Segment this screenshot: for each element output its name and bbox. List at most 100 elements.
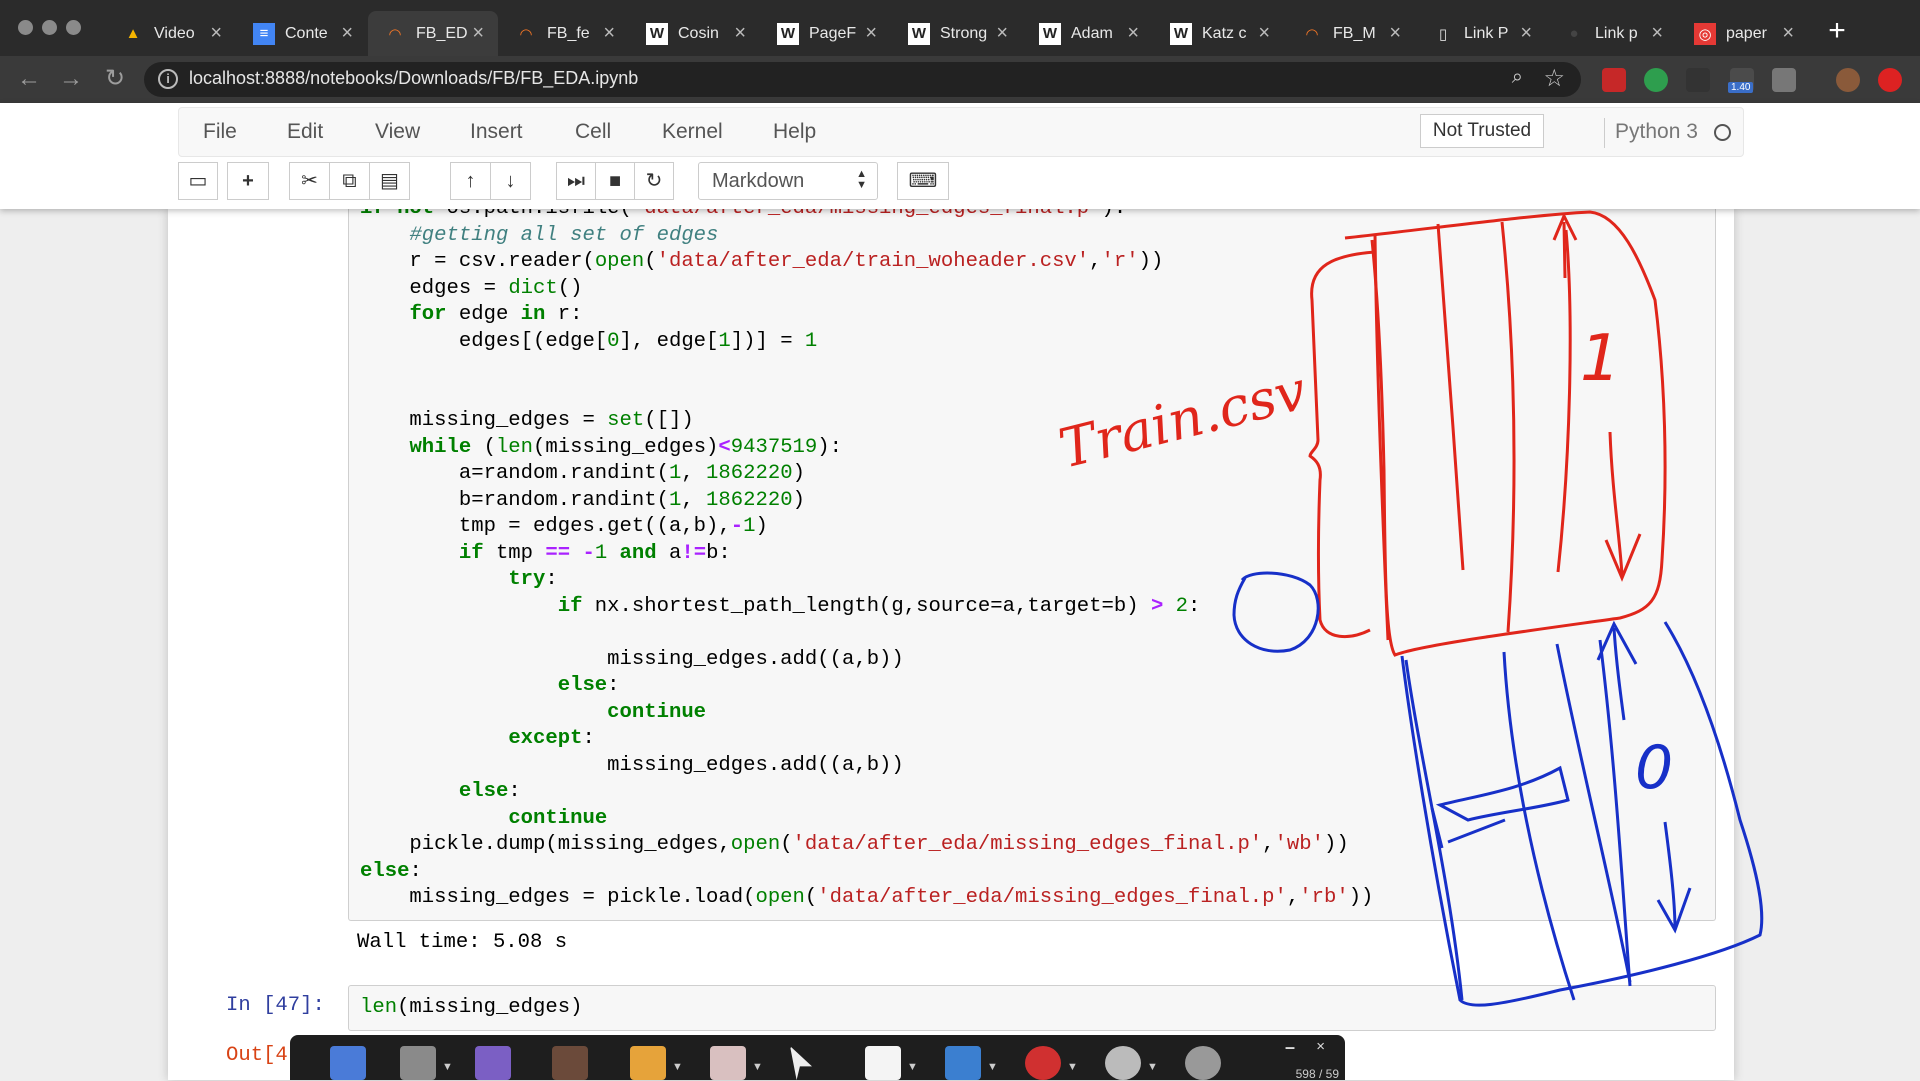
eraser-icon[interactable] <box>710 1046 746 1080</box>
menu-view[interactable]: View <box>375 120 420 144</box>
chevron-down-icon[interactable]: ▼ <box>907 1061 918 1073</box>
browser-tab[interactable]: ◠ FB_M × <box>1285 11 1415 56</box>
marker-icon[interactable] <box>552 1046 588 1080</box>
code-token: == <box>545 541 571 565</box>
code-token: , <box>1262 833 1275 856</box>
chevron-down-icon[interactable]: ▼ <box>1067 1061 1078 1073</box>
cell-type-select[interactable]: Markdown ▲ ▼ <box>698 162 878 200</box>
window-minimize-button[interactable] <box>42 20 57 35</box>
close-icon[interactable]: × <box>603 22 615 45</box>
gmail-extension-icon[interactable] <box>1602 68 1626 92</box>
command-palette-icon[interactable]: ⌨ <box>897 162 949 200</box>
code-token: > <box>1150 594 1164 618</box>
code-cell-2[interactable]: len(missing_edges) <box>348 985 1716 1031</box>
grammarly-extension-icon[interactable] <box>1644 68 1668 92</box>
address-bar[interactable]: i localhost:8888/notebooks/Downloads/FB/… <box>144 62 1581 97</box>
highlighter-icon[interactable] <box>475 1046 511 1080</box>
paste-icon[interactable]: ▤ <box>369 162 410 200</box>
browser-tab[interactable]: W PageF × <box>761 11 891 56</box>
browser-chrome: ▲ Video × ≡ Conte × ◠ FB_ED × ◠ FB_fe × W Cosin × W Page… <box>0 0 1920 103</box>
chevron-down-icon[interactable]: ▼ <box>1147 1061 1158 1073</box>
menu-insert[interactable]: Insert <box>470 120 523 144</box>
chevron-down-icon[interactable]: ▼ <box>672 1061 683 1073</box>
close-icon[interactable]: × <box>1520 22 1532 45</box>
close-icon[interactable]: × <box>472 22 484 45</box>
chevron-down-icon[interactable]: ▼ <box>987 1061 998 1073</box>
restart-icon[interactable]: ↻ <box>634 162 674 200</box>
arrow-extension-icon[interactable] <box>1686 68 1710 92</box>
browser-tab[interactable]: ◠ FB_fe × <box>499 11 629 56</box>
close-icon[interactable]: × <box>1651 22 1663 45</box>
window-maximize-button[interactable] <box>66 20 81 35</box>
browser-tab[interactable]: W Cosin × <box>630 11 760 56</box>
slide-icon[interactable] <box>400 1046 436 1080</box>
browser-tab[interactable]: ≡ Conte × <box>237 11 367 56</box>
close-icon[interactable]: × <box>1258 22 1270 45</box>
copy-icon[interactable]: ⧉ <box>329 162 370 200</box>
browser-tab[interactable]: W Strong × <box>892 11 1022 56</box>
pointer-star-icon[interactable] <box>330 1046 366 1080</box>
update-icon[interactable] <box>1878 68 1902 92</box>
close-icon[interactable]: × <box>1127 22 1139 45</box>
site-info-icon[interactable]: i <box>158 69 178 89</box>
zoom-icon[interactable]: ⌕ <box>1512 66 1523 89</box>
menu-file[interactable]: File <box>203 120 237 144</box>
profile-avatar[interactable] <box>1836 68 1860 92</box>
close-button[interactable]: × <box>1316 1038 1325 1055</box>
browser-tab[interactable]: ● Link p × <box>1547 11 1677 56</box>
chevron-down-icon[interactable]: ▼ <box>752 1061 763 1073</box>
close-icon[interactable]: × <box>341 22 353 45</box>
new-tab-button[interactable]: + <box>1820 14 1854 48</box>
browser-tab[interactable]: ◠ FB_ED × <box>368 11 498 56</box>
run-icon[interactable]: ⏭ <box>556 162 596 200</box>
wikipedia-icon: W <box>1039 22 1061 45</box>
menu-help[interactable]: Help <box>773 120 816 144</box>
whiteboard-icon[interactable] <box>865 1046 901 1080</box>
code-token: 1 <box>718 329 731 353</box>
code-token: : <box>545 568 558 591</box>
add-cell-icon[interactable]: + <box>227 162 269 200</box>
pen-icon[interactable] <box>630 1046 666 1080</box>
code-token: except <box>508 727 583 750</box>
forward-icon[interactable]: → <box>56 64 86 94</box>
bookmark-star-icon[interactable]: ☆ <box>1543 64 1565 93</box>
browser-tab[interactable]: ▲ Video × <box>106 11 236 56</box>
close-icon[interactable]: × <box>734 22 746 45</box>
save-icon[interactable]: ▭ <box>178 162 218 200</box>
settings-icon[interactable] <box>1185 1046 1221 1080</box>
webcam-icon[interactable] <box>1105 1046 1141 1080</box>
notebook-container: if not os.path.isfile('data/after_eda/mi… <box>168 209 1734 1080</box>
browser-tab[interactable]: ▯ Link P × <box>1416 11 1546 56</box>
move-down-icon[interactable]: ↓ <box>490 162 531 200</box>
menu-edit[interactable]: Edit <box>287 120 323 144</box>
code-token: ], edge[ <box>619 329 719 353</box>
reload-icon[interactable]: ↻ <box>100 64 130 94</box>
url-text[interactable]: localhost:8888/notebooks/Downloads/FB/FB… <box>189 68 638 89</box>
chevron-down-icon[interactable]: ▼ <box>442 1061 453 1073</box>
close-icon[interactable]: × <box>996 22 1008 45</box>
record-icon[interactable] <box>1025 1046 1061 1080</box>
back-icon[interactable]: ← <box>14 64 44 94</box>
stop-icon[interactable]: ■ <box>595 162 635 200</box>
window-close-button[interactable] <box>18 20 33 35</box>
menu-kernel[interactable]: Kernel <box>662 120 723 144</box>
minimize-button[interactable]: – <box>1285 1037 1295 1058</box>
move-up-icon[interactable]: ↑ <box>450 162 491 200</box>
not-trusted-button[interactable]: Not Trusted <box>1420 114 1544 148</box>
line-tool-icon[interactable] <box>945 1046 981 1080</box>
browser-tab[interactable]: ◎ paper × <box>1678 11 1808 56</box>
close-icon[interactable]: × <box>210 22 222 45</box>
cut-icon[interactable]: ✂ <box>289 162 330 200</box>
code-token: missing_edges.add((a,b)) <box>360 753 904 777</box>
facebook-extension-icon[interactable] <box>1772 68 1796 92</box>
menu-cell[interactable]: Cell <box>575 120 611 144</box>
cursor-icon[interactable] <box>790 1046 812 1080</box>
close-icon[interactable]: × <box>1782 22 1794 45</box>
browser-tab[interactable]: W Adam × <box>1023 11 1153 56</box>
browser-tab[interactable]: W Katz c × <box>1154 11 1284 56</box>
code-cell[interactable]: if not os.path.isfile('data/after_eda/mi… <box>348 209 1716 921</box>
close-icon[interactable]: × <box>1389 22 1401 45</box>
close-icon[interactable]: × <box>865 22 877 45</box>
